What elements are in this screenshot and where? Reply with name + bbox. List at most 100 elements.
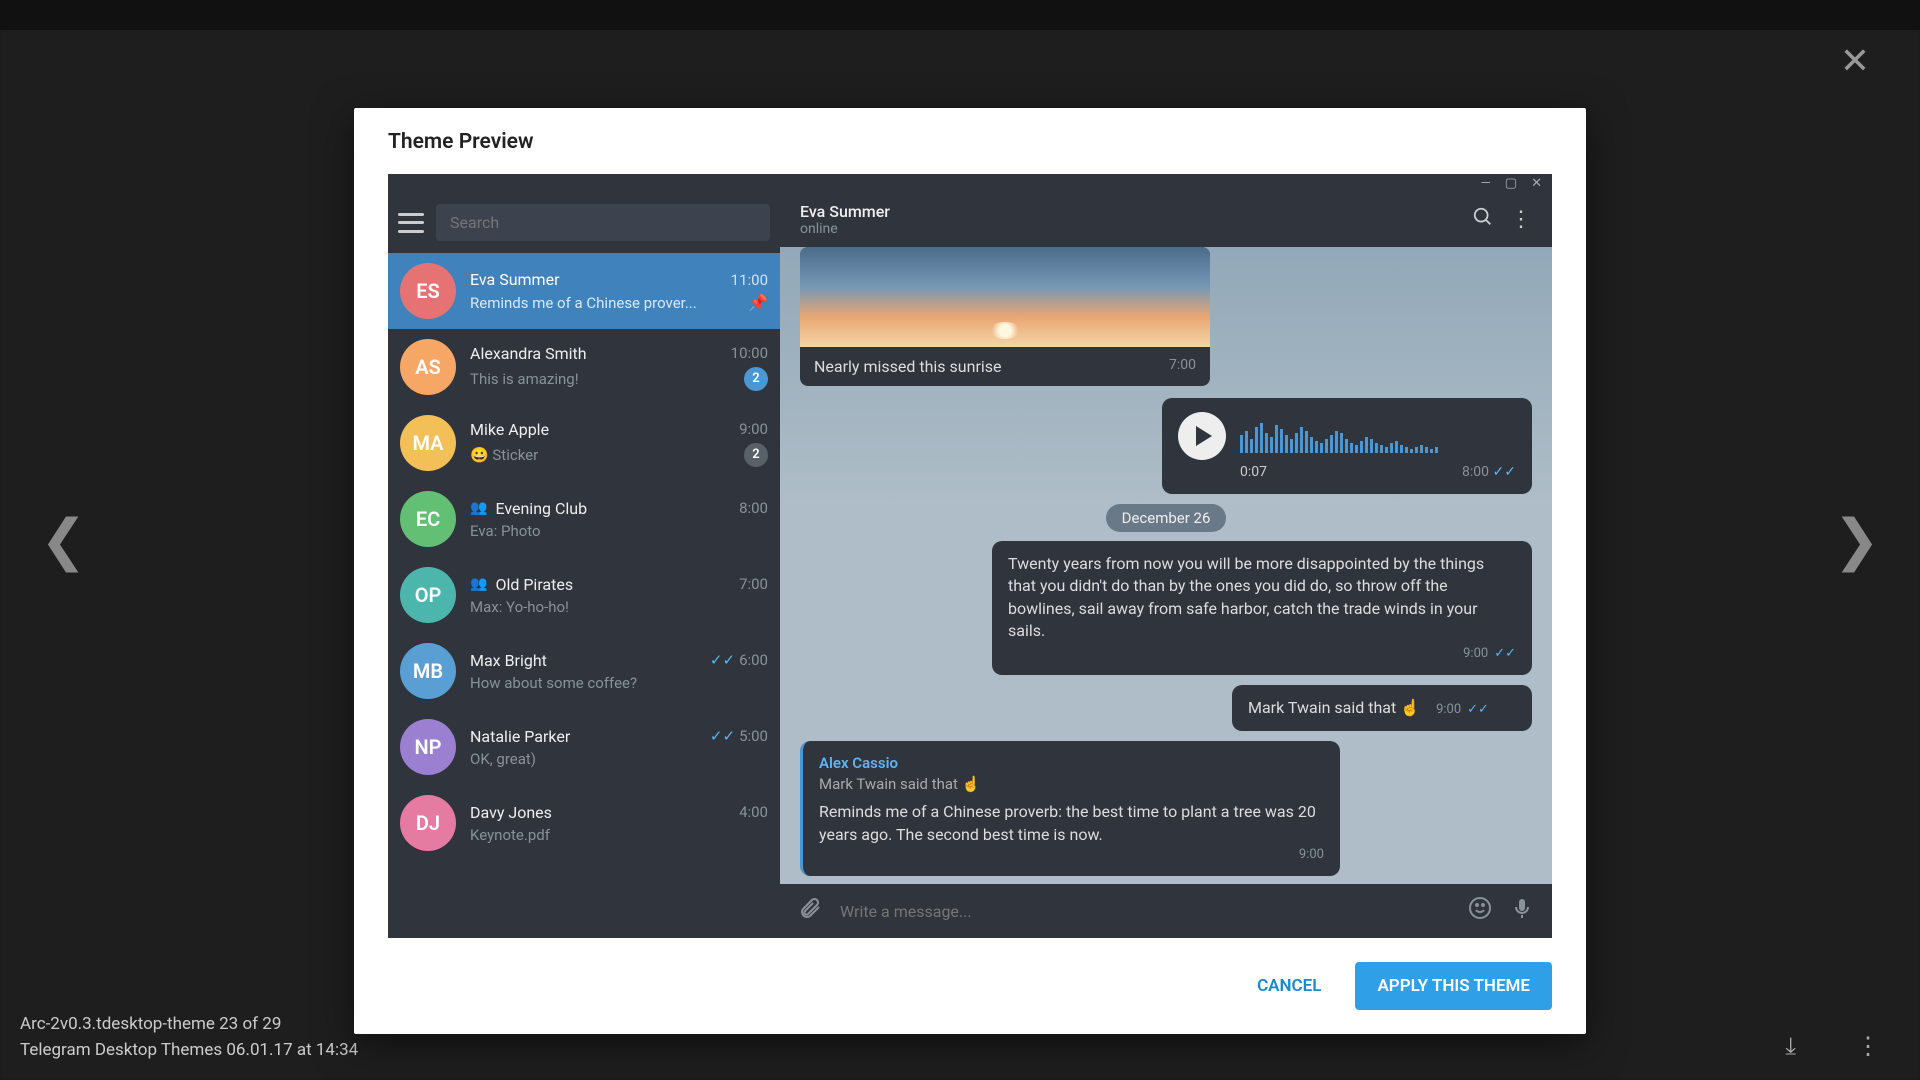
chat-item[interactable]: EC 👥 Evening Club 8:00 Eva: Photo: [388, 481, 780, 557]
chat-name: 👥 Evening Club: [470, 499, 587, 518]
close-icon[interactable]: ✕: [1840, 40, 1870, 82]
search-input[interactable]: [436, 204, 770, 241]
waveform[interactable]: [1240, 419, 1516, 453]
date-divider: December 26: [800, 508, 1532, 527]
avatar: NP: [400, 719, 456, 775]
minimize-icon[interactable]: —: [1481, 176, 1491, 191]
search-icon[interactable]: [1472, 206, 1494, 234]
dialog-title: Theme Preview: [354, 108, 1586, 168]
read-ticks-icon: ✓✓: [710, 651, 735, 669]
avatar: DJ: [400, 795, 456, 851]
cancel-button[interactable]: CANCEL: [1247, 962, 1331, 1010]
chat-item[interactable]: MB Max Bright ✓✓6:00 How about some coffee?: [388, 633, 780, 709]
chat-preview: Reminds me of a Chinese prover...: [470, 294, 697, 312]
group-icon: 👥: [470, 576, 487, 592]
message-input[interactable]: [840, 902, 1450, 921]
pin-icon: 📌: [748, 293, 768, 312]
theme-preview-dialog: Theme Preview — ▢ ✕ ESEva Summer11:00Rem…: [354, 108, 1586, 1034]
image-message[interactable]: Nearly missed this sunrise 7:00: [800, 247, 1210, 386]
image-time: 7:00: [1169, 357, 1196, 376]
chat-preview: How about some coffee?: [470, 674, 637, 692]
message-time: 9:00: [1436, 702, 1461, 717]
read-ticks-icon: ✓✓: [1467, 702, 1489, 717]
lightbox-actions: ⤓ ⋮: [1785, 1032, 1880, 1060]
maximize-icon[interactable]: ▢: [1505, 176, 1517, 191]
group-icon: 👥: [470, 500, 487, 516]
prev-arrow-icon[interactable]: ❮: [40, 507, 87, 573]
more-icon[interactable]: ⋮: [1856, 1032, 1880, 1060]
download-icon[interactable]: ⤓: [1785, 1032, 1796, 1060]
chat-time: 4:00: [739, 803, 768, 821]
chat-list: ESEva Summer11:00Reminds me of a Chinese…: [388, 253, 780, 938]
caption-meta: Telegram Desktop Themes 06.01.17 at 14:3…: [20, 1040, 358, 1060]
chat-item[interactable]: NP Natalie Parker ✓✓5:00 OK, great): [388, 709, 780, 785]
chat-name: Alexandra Smith: [470, 344, 587, 363]
sunrise-image: [800, 247, 1210, 347]
reply-sender: Alex Cassio: [819, 753, 1324, 774]
play-icon[interactable]: [1178, 412, 1226, 460]
read-ticks-icon: ✓✓: [710, 727, 735, 745]
chat-item[interactable]: MAMike Apple9:00😀 Sticker2: [388, 405, 780, 481]
voice-duration: 0:07: [1240, 464, 1267, 480]
chat-name: Natalie Parker: [470, 727, 570, 746]
reply-quoted: Mark Twain said that ☝️: [819, 774, 1324, 795]
message-time: 9:00: [1299, 847, 1324, 862]
chat-name: 👥 Old Pirates: [470, 575, 573, 594]
chat-preview: OK, great): [470, 750, 536, 768]
chat-time: ✓✓5:00: [710, 727, 768, 745]
chat-time: 11:00: [731, 271, 768, 289]
image-caption: Nearly missed this sunrise: [814, 357, 1002, 376]
read-ticks-icon: ✓✓: [1494, 646, 1516, 661]
attach-icon[interactable]: [798, 896, 822, 926]
chat-preview: 😀 Sticker: [470, 446, 538, 464]
outgoing-message: Mark Twain said that ☝️ 9:00 ✓✓: [1232, 685, 1532, 731]
avatar: EC: [400, 491, 456, 547]
bg-menubar: [0, 0, 1920, 30]
apply-theme-button[interactable]: APPLY THIS THEME: [1355, 962, 1552, 1010]
message-text: Mark Twain said that ☝️: [1248, 698, 1420, 717]
avatar: MB: [400, 643, 456, 699]
next-arrow-icon[interactable]: ❯: [1833, 507, 1880, 573]
message-time: 9:00: [1463, 646, 1488, 661]
message-text: Reminds me of a Chinese proverb: the bes…: [819, 801, 1324, 846]
chat-time: 8:00: [739, 499, 768, 517]
read-ticks-icon: ✓✓: [1493, 464, 1516, 480]
chat-item[interactable]: OP👥 Old Pirates7:00Max: Yo-ho-ho!: [388, 557, 780, 633]
chat-name: Eva Summer: [470, 270, 559, 289]
avatar: MA: [400, 415, 456, 471]
chat-item[interactable]: AS Alexandra Smith 10:00 This is amazing! 2: [388, 329, 780, 405]
outgoing-message: Twenty years from now you will be more d…: [992, 541, 1532, 675]
lightbox-caption: Arc-2v0.3.tdesktop-theme 23 of 29 Telegr…: [20, 1014, 358, 1060]
kebab-icon[interactable]: ⋮: [1510, 207, 1532, 232]
message-area: Nearly missed this sunrise 7:00 0:07 8:0…: [780, 247, 1552, 884]
message-text: Twenty years from now you will be more d…: [1008, 553, 1516, 643]
caption-filename: Arc-2v0.3.tdesktop-theme 23 of 29: [20, 1014, 358, 1034]
message-composer: [780, 884, 1552, 938]
chat-name: Davy Jones: [470, 803, 552, 822]
chat-preview: Keynote.pdf: [470, 826, 550, 844]
voice-time: 8:00: [1462, 464, 1489, 480]
chat-item[interactable]: DJ Davy Jones 4:00 Keynote.pdf: [388, 785, 780, 861]
unread-badge: 2: [744, 367, 768, 391]
chat-peer-status: online: [800, 221, 1456, 237]
chat-item[interactable]: ESEva Summer11:00Reminds me of a Chinese…: [388, 253, 780, 329]
avatar: AS: [400, 339, 456, 395]
chat-time: ✓✓6:00: [710, 651, 768, 669]
window-titlebar: — ▢ ✕: [388, 174, 1552, 192]
chat-peer-name: Eva Summer: [800, 202, 1456, 221]
close-window-icon[interactable]: ✕: [1531, 176, 1542, 191]
theme-preview-frame: — ▢ ✕ ESEva Summer11:00Reminds me of a C…: [388, 174, 1552, 938]
emoji-icon[interactable]: [1468, 896, 1492, 926]
chat-preview: Eva: Photo: [470, 522, 541, 540]
unread-badge: 2: [744, 443, 768, 467]
sidebar: ESEva Summer11:00Reminds me of a Chinese…: [388, 192, 780, 938]
chat-preview: This is amazing!: [470, 370, 579, 388]
avatar: OP: [400, 567, 456, 623]
menu-icon[interactable]: [398, 213, 424, 233]
chat-time: 7:00: [739, 575, 768, 593]
dialog-actions: CANCEL APPLY THIS THEME: [354, 938, 1586, 1034]
chat-name: Mike Apple: [470, 420, 549, 439]
chat-time: 10:00: [731, 344, 768, 362]
mic-icon[interactable]: [1510, 896, 1534, 926]
chat-name: Max Bright: [470, 651, 547, 670]
